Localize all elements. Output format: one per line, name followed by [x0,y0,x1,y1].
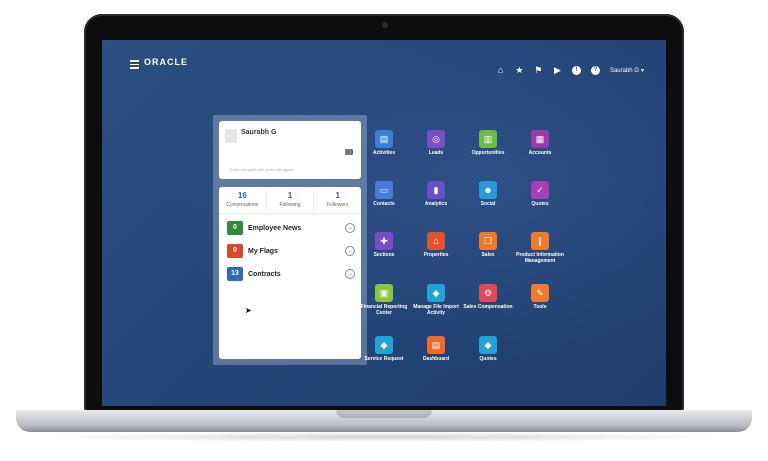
app-label: Product Information Management [516,252,564,264]
app-tile-service-request[interactable]: ◆ Service Request [354,336,414,362]
row-label: Employee News [248,224,302,232]
app-label: Opportunities [471,150,505,156]
cube-icon: ◆ [479,336,497,354]
app-tile-manage-file-import-activity[interactable]: ◆ Manage File Import Activity [406,284,466,316]
app-label: Properties [423,252,449,258]
flag-icon[interactable]: ⚑ [534,66,543,75]
row-my-flags[interactable]: 0 My Flags → [227,242,355,260]
app-label: Leads [428,150,444,156]
laptop-shadow [40,432,728,442]
user-menu[interactable]: Saurabh G ▾ [609,67,644,75]
camera [382,22,388,28]
app-label: Analytics [424,201,448,207]
app-label: Service Request [364,356,404,362]
app-tile-analytics[interactable]: ▮ Analytics [406,181,466,207]
check-doc-icon: ✓ [531,181,549,199]
laptop-lid: ORACLE ⌂ ★ ⚑ ▶ ! ? Saurabh G ▾ Saurabh G… [84,14,684,412]
building-icon: ▦ [531,130,549,148]
stat-count: 1 [287,191,293,200]
tools-icon: ✎ [531,284,549,302]
target-icon: ◎ [427,130,445,148]
stat-following[interactable]: 1 Following [267,191,315,213]
stat-label: Conversations [226,202,259,208]
app-label: Sections [373,252,395,258]
gear-chart-icon: ⚙ [479,284,497,302]
bar-chart-icon: ▮ [427,181,445,199]
app-tile-product-information-management[interactable]: ∥ Product Information Management [510,232,570,264]
share-input[interactable]: Share thoughts with your colleagues [229,167,293,172]
cube-icon: ◆ [375,336,393,354]
barcode-icon: ∥ [531,232,549,250]
screen: ORACLE ⌂ ★ ⚑ ▶ ! ? Saurabh G ▾ Saurabh G… [102,40,666,406]
app-tile-leads[interactable]: ◎ Leads [406,130,466,156]
stats-bar: 16 Conversations 1 Following 1 Followers [219,191,361,214]
contact-card-icon: ▭ [375,181,393,199]
laptop-notch [336,410,432,418]
bank-icon: ⌂ [427,232,445,250]
row-employee-news[interactable]: 0 Employee News → [227,219,355,237]
app-tile-sales-compensation[interactable]: ⚙ Sales Compensation [458,284,518,310]
app-tile-social[interactable]: ☻ Social [458,181,518,207]
app-tile-contacts[interactable]: ▭ Contacts [354,181,414,207]
chat-icon[interactable] [345,149,353,155]
notifications-icon[interactable]: ! [571,66,581,75]
app-tile-properties[interactable]: ⌂ Properties [406,232,466,258]
report-icon: ▣ [375,284,393,302]
app-tile-tools[interactable]: ✎ Tools [510,284,570,310]
app-label: Sales Compensation [463,304,513,310]
chevron-down-icon: ▾ [640,68,644,74]
stat-count: 16 [237,191,247,200]
social-panel: Saurabh G Share thoughts with your colle… [213,115,367,365]
user-name: Saurabh G [609,67,639,74]
app-label: Activities [372,150,396,156]
row-label: My Flags [248,247,278,255]
app-label: Quotes [531,201,549,207]
app-tile-opportunities[interactable]: ▥ Opportunities [458,130,518,156]
stat-label: Following [279,202,301,208]
activity-card: 16 Conversations 1 Following 1 Followers… [219,187,361,359]
avatar[interactable] [225,129,237,143]
row-contracts[interactable]: 13 Contracts → [227,265,355,283]
app-label: Social [480,201,496,207]
star-icon[interactable]: ★ [515,66,524,75]
mouse-cursor-icon: ➤ [245,306,252,315]
oracle-logo: ORACLE [144,57,188,67]
copy-icon: ❐ [479,232,497,250]
count-badge: 13 [227,267,243,281]
global-toolbar: ⌂ ★ ⚑ ▶ ! ? Saurabh G ▾ [496,66,644,75]
app-label: Tools [533,304,547,310]
app-label: Sales [481,252,495,258]
row-label: Contracts [248,270,281,278]
home-icon[interactable]: ⌂ [496,66,505,75]
menu-icon[interactable] [130,60,139,71]
arrow-right-icon[interactable]: → [345,269,355,279]
count-badge: 0 [227,221,243,235]
app-tile-accounts[interactable]: ▦ Accounts [510,130,570,156]
cube-icon: ◆ [427,284,445,302]
app-tile-financial-reporting-center[interactable]: ▣ Financial Reporting Center [354,284,414,316]
app-label: Manage File Import Activity [413,304,459,316]
clipboard-icon: ▤ [375,130,393,148]
app-label: Accounts [528,150,552,156]
app-tile-sales[interactable]: ❐ Sales [458,232,518,258]
app-label: Quotes [479,356,497,362]
app-tile-dashboard[interactable]: ▤ Dashboard [406,336,466,362]
app-label: Dashboard [422,356,450,362]
app-tile-sections[interactable]: ✚ Sections [354,232,414,258]
dashboard-icon: ▤ [427,336,445,354]
play-icon[interactable]: ▶ [553,66,562,75]
chart-icon: ▥ [479,130,497,148]
app-label: Contacts [373,201,395,207]
app-tile-activities[interactable]: ▤ Activities [354,130,414,156]
app-tile-quotes[interactable]: ◆ Quotes [458,336,518,362]
profile-name[interactable]: Saurabh G [241,129,276,136]
people-icon: ☻ [479,181,497,199]
puzzle-icon: ✚ [375,232,393,250]
app-label: Financial Reporting Center [360,304,408,316]
count-badge: 0 [227,244,243,258]
app-tile-quotes[interactable]: ✓ Quotes [510,181,570,207]
stat-conversations[interactable]: 16 Conversations [219,191,267,213]
help-icon[interactable]: ? [590,66,600,75]
profile-card: Saurabh G Share thoughts with your colle… [219,121,361,179]
